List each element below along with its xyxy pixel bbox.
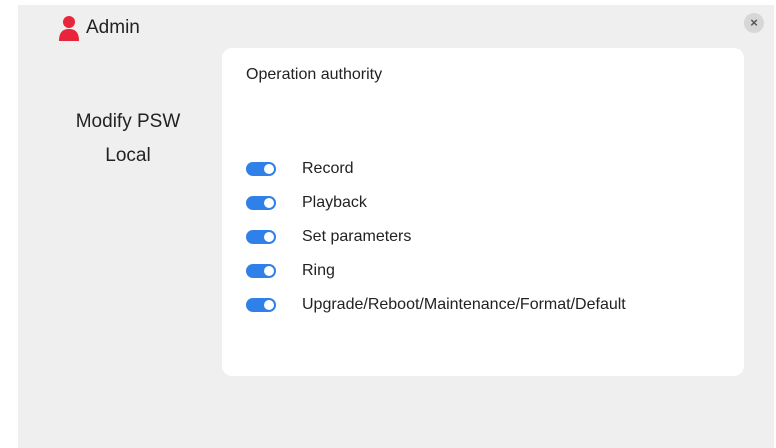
permission-label: Record (302, 160, 354, 177)
ring-toggle[interactable] (246, 264, 276, 278)
operation-authority-panel: Operation authority Record Playback Set … (222, 48, 744, 376)
permission-row-playback: Playback (246, 186, 626, 220)
playback-toggle[interactable] (246, 196, 276, 210)
permission-row-set-parameters: Set parameters (246, 220, 626, 254)
side-item-modify-psw[interactable]: Modify PSW (48, 105, 208, 139)
panel-title: Operation authority (246, 66, 383, 83)
permission-list: Record Playback Set parameters Ring Upgr… (246, 152, 626, 322)
permission-label: Playback (302, 194, 367, 211)
permission-row-record: Record (246, 152, 626, 186)
permission-label: Set parameters (302, 228, 412, 245)
record-toggle[interactable] (246, 162, 276, 176)
maintenance-toggle[interactable] (246, 298, 276, 312)
side-item-local[interactable]: Local (48, 139, 208, 173)
side-menu: Modify PSW Local (48, 105, 208, 173)
permission-label: Ring (302, 262, 335, 279)
close-icon[interactable]: × (744, 13, 764, 33)
dialog-title: Admin (86, 17, 140, 38)
set-parameters-toggle[interactable] (246, 230, 276, 244)
user-dialog: Admin × Modify PSW Local Operation autho… (18, 5, 774, 448)
permission-row-maintenance: Upgrade/Reboot/Maintenance/Format/Defaul… (246, 288, 626, 322)
dialog-header: Admin (58, 13, 140, 43)
permission-row-ring: Ring (246, 254, 626, 288)
permission-label: Upgrade/Reboot/Maintenance/Format/Defaul… (302, 296, 626, 313)
user-icon (59, 16, 79, 41)
